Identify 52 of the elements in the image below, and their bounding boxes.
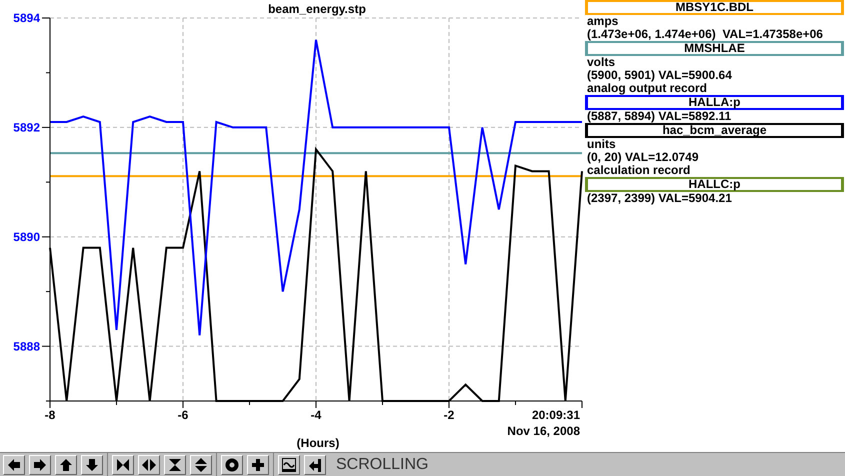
down-arrow-icon: [85, 458, 99, 472]
outward-triangles-button[interactable]: [138, 455, 160, 475]
legend-text: (5900, 5901) VAL=5900.64: [586, 69, 733, 82]
legend-header[interactable]: hac_bcm_average: [585, 123, 844, 138]
y-tick-label: 5892: [13, 120, 40, 134]
legend-text: volts: [586, 56, 616, 69]
legend-header[interactable]: MMSHLAE: [585, 41, 844, 56]
inward-triangles-button[interactable]: [112, 455, 134, 475]
left-arrow-icon: [7, 458, 21, 472]
wave-graph-button[interactable]: [278, 455, 300, 475]
x-tick-label: -8: [44, 408, 56, 422]
inward-triangles-icon: [168, 458, 182, 472]
legend-header[interactable]: MBSY1C.BDL: [585, 0, 844, 15]
ring-button[interactable]: [221, 455, 243, 475]
legend-text: analog output record: [586, 82, 708, 95]
outward-triangles-button[interactable]: [190, 455, 212, 475]
legend-text: (1.473e+06, 1.474e+06) VAL=1.47358e+06: [586, 28, 824, 41]
inward-triangles-icon: [116, 458, 130, 472]
legend-text: (2397, 2399) VAL=5904.21: [586, 192, 733, 205]
outward-triangles-icon: [142, 458, 156, 472]
legend-text: (5887, 5894) VAL=5892.11: [586, 110, 732, 123]
y-tick-label: 5890: [13, 230, 40, 244]
up-arrow-button[interactable]: [55, 455, 77, 475]
up-arrow-icon: [59, 458, 73, 472]
legend-text: units: [586, 138, 617, 151]
chart-title: beam_energy.stp: [268, 2, 366, 16]
down-arrow-button[interactable]: [81, 455, 103, 475]
y-tick-label: 5894: [13, 11, 40, 25]
outward-triangles-icon: [194, 458, 208, 472]
status-text: SCROLLING: [336, 456, 428, 474]
legend-header[interactable]: HALLA:p: [585, 95, 844, 110]
y-tick-label: 5888: [13, 339, 40, 354]
legend-text: calculation record: [586, 164, 692, 177]
date-label: Nov 16, 2008: [507, 424, 580, 438]
wave-graph-icon: [282, 458, 296, 472]
arrow-to-bar-button[interactable]: [304, 455, 326, 475]
x-axis-label: (Hours): [296, 436, 340, 450]
right-arrow-button[interactable]: [29, 455, 51, 475]
plus-button[interactable]: [247, 455, 269, 475]
ring-icon: [225, 458, 239, 472]
left-arrow-button[interactable]: [3, 455, 25, 475]
legend-text: (0, 20) VAL=12.0749: [586, 151, 700, 164]
legend-header[interactable]: HALLC:p: [585, 177, 844, 192]
right-arrow-icon: [33, 458, 47, 472]
plus-icon: [251, 458, 265, 472]
time-label: 20:09:31: [532, 408, 580, 422]
x-tick-label: -4: [310, 408, 322, 422]
x-tick-label: -2: [444, 408, 454, 422]
x-tick-label: -6: [178, 408, 188, 422]
inward-triangles-button[interactable]: [164, 455, 186, 475]
legend-text: amps: [586, 15, 620, 28]
arrow-to-bar-icon: [308, 458, 322, 472]
